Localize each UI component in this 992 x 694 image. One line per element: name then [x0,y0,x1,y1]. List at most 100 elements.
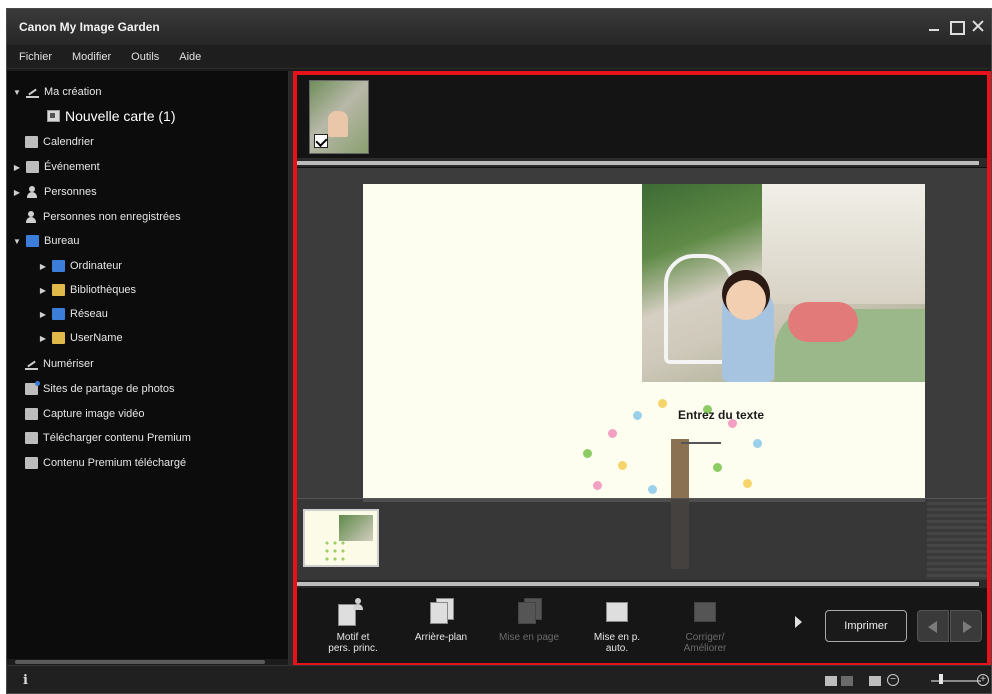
unregistered-people-icon [25,211,38,223]
more-tools-arrow-icon[interactable] [795,616,802,628]
auto-layout-button[interactable]: Mise en p. auto. [581,598,653,654]
next-page-button[interactable] [950,610,982,642]
expand-right-icon[interactable]: ▶ [39,310,47,319]
previous-page-button[interactable] [917,610,949,642]
sidebar-item-sites-partage[interactable]: Sites de partage de photos [25,380,174,398]
correct-enhance-icon [690,598,720,626]
user-folder-icon [52,332,65,344]
sidebar-item-personnes[interactable]: ▶ Personnes [13,183,97,201]
image-thumbnail[interactable] [309,80,369,154]
tree-leaf [633,411,642,420]
status-bar: i − + [7,665,991,693]
expand-right-icon[interactable]: ▶ [13,163,21,172]
sidebar-item-evenement[interactable]: ▶ Événement [13,158,100,176]
card-icon [47,110,60,122]
maximize-icon[interactable] [949,19,965,35]
menu-fichier[interactable]: Fichier [11,51,64,63]
sidebar-item-calendrier[interactable]: Calendrier [25,133,94,151]
title-bar: Canon My Image Garden [7,9,991,45]
zoom-in-icon[interactable]: + [977,674,989,686]
thumbnail-scrollbar[interactable] [297,159,987,167]
menu-outils[interactable]: Outils [123,51,171,63]
list-view-icon[interactable] [841,676,853,686]
expand-right-icon[interactable]: ▶ [39,262,47,271]
expand-down-icon[interactable]: ▼ [13,88,21,97]
thumbnail-checkbox[interactable] [314,134,328,148]
card-photo[interactable] [642,184,925,382]
sidebar-item-telecharger-premium[interactable]: Télécharger contenu Premium [25,429,191,447]
sidebar-item-numeriser[interactable]: Numériser [25,355,94,373]
sidebar-item-label: Personnes non enregistrées [43,211,181,223]
correct-label-line1: Corriger/ [685,632,725,643]
tree-leaf [583,449,592,458]
page-thumbnail[interactable] [303,509,379,567]
expand-right-icon[interactable]: ▶ [39,334,47,343]
sidebar-item-label: Sites de partage de photos [43,383,175,395]
icon-sheet [518,602,536,624]
motif-button[interactable]: Motif et pers. princ. [317,598,389,654]
tree-leaf [743,479,752,488]
expand-right-icon[interactable]: ▶ [13,188,21,197]
icon-sheet [430,602,448,624]
sidebar-item-label: Ordinateur [70,260,122,272]
layout-icon [514,598,544,626]
sidebar-item-premium-telecharge[interactable]: Contenu Premium téléchargé [25,454,186,472]
menu-bar: Fichier Modifier Outils Aide [7,45,991,69]
photo-sharing-icon [25,381,40,395]
menu-aide[interactable]: Aide [171,51,213,63]
sidebar-item-label: Bibliothèques [70,284,137,296]
edit-area: Entrez du texte Motif et pers. princ. Ar… [293,71,991,667]
print-button[interactable]: Imprimer [825,610,907,642]
sidebar-item-reseau[interactable]: ▶ Réseau [39,305,108,323]
icon-sheet [694,602,716,622]
sidebar-item-capture-video[interactable]: Capture image vidéo [25,405,145,423]
zoom-out-icon[interactable]: − [887,674,899,686]
sidebar-item-username[interactable]: ▶ UserName [39,329,123,347]
background-icon [426,598,456,626]
downloaded-premium-icon [25,457,38,469]
expand-down-icon[interactable]: ▼ [13,237,21,246]
page-strip-scrollbar[interactable] [297,580,987,588]
motif-icon [338,598,368,626]
sidebar-item-label: Nouvelle carte (1) [65,108,176,124]
card-page[interactable]: Entrez du texte [363,184,925,569]
tree-leaf [608,429,617,438]
sidebar-item-label: Bureau [44,235,80,247]
info-icon[interactable]: i [23,673,28,688]
sidebar-item-ordinateur[interactable]: ▶ Ordinateur [39,257,122,275]
libraries-icon [52,284,65,296]
sidebar-item-ma-creation[interactable]: ▼ Ma création [13,83,101,101]
correct-enhance-button[interactable]: Corriger/ Améliorer [669,598,741,654]
fullscreen-icon[interactable] [869,676,881,686]
single-view-icon[interactable] [825,676,837,686]
tree-leaf [658,399,667,408]
zoom-slider-handle[interactable] [939,674,943,684]
scroll-thumb[interactable] [297,161,979,165]
close-icon[interactable] [971,19,985,33]
sidebar-item-personnes-non-enregistrees[interactable]: Personnes non enregistrées [25,208,181,226]
tree-leaf [618,461,627,470]
sidebar-item-bibliotheques[interactable]: ▶ Bibliothèques [39,281,136,299]
sidebar-item-label: UserName [70,332,123,344]
scroll-thumb[interactable] [15,660,265,664]
sidebar-item-nouvelle-carte[interactable]: Nouvelle carte (1) [47,107,176,125]
card-subtext-line[interactable] [681,442,721,444]
person-icon [352,598,368,620]
card-text-field[interactable]: Entrez du texte [678,408,764,422]
scroll-thumb[interactable] [297,582,979,586]
event-icon [26,161,39,173]
sidebar-item-bureau[interactable]: ▼ Bureau [13,232,79,250]
network-icon [52,308,65,320]
image-thumbnail-strip [297,75,987,159]
expand-right-icon[interactable]: ▶ [39,286,47,295]
background-label: Arrière-plan [414,632,468,643]
photo-flowers [788,302,858,342]
minimize-icon[interactable] [927,19,941,33]
layout-button[interactable]: Mise en page [493,598,565,643]
sidebar-item-label: Personnes [44,186,97,198]
motif-label-line1: Motif et [336,632,370,643]
background-button[interactable]: Arrière-plan [405,598,477,643]
calendar-icon [25,136,38,148]
menu-modifier[interactable]: Modifier [64,51,123,63]
sidebar-item-label: Réseau [70,308,108,320]
